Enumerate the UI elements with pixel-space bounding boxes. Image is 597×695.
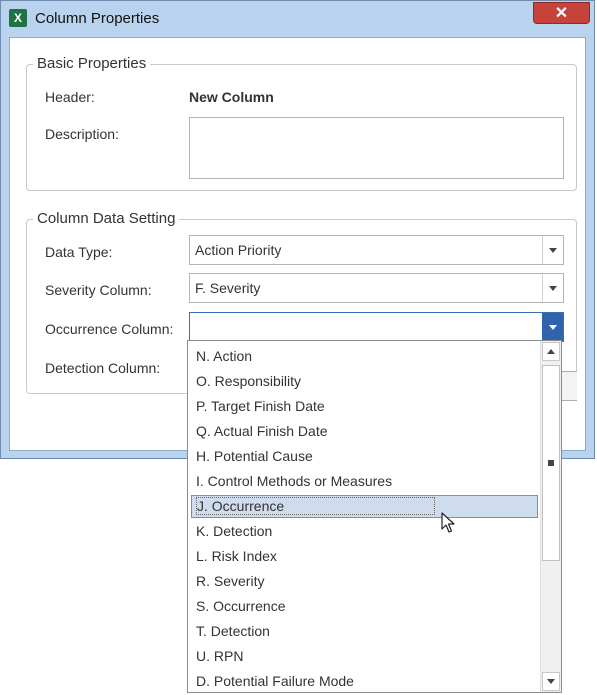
header-value: New Column xyxy=(189,89,274,105)
ok-button[interactable] xyxy=(561,371,577,401)
dropdown-option[interactable]: O. Responsibility xyxy=(191,370,538,393)
dropdown-option[interactable]: J. Occurrence xyxy=(191,495,538,518)
basic-properties-group: Basic Properties Header: New Column Desc… xyxy=(26,55,577,191)
data-type-label: Data Type: xyxy=(45,244,113,260)
dropdown-option[interactable]: T. Detection xyxy=(191,620,538,643)
dropdown-option-label: U. RPN xyxy=(196,648,244,664)
dropdown-option[interactable]: D. Potential Failure Mode xyxy=(191,670,538,693)
title-bar[interactable]: X Column Properties ✕ xyxy=(1,1,594,37)
occurrence-column-label: Occurrence Column: xyxy=(45,321,174,337)
dropdown-option-label: D. Potential Failure Mode xyxy=(196,673,354,689)
dropdown-scrollbar[interactable] xyxy=(540,341,561,692)
data-type-select[interactable]: Action Priority xyxy=(189,235,564,265)
severity-column-select[interactable]: F. Severity xyxy=(189,273,564,303)
dropdown-option-label: H. Potential Cause xyxy=(196,448,313,464)
description-label: Description: xyxy=(45,126,119,142)
occurrence-dropdown-list[interactable]: N. Action O. Responsibility P. Target Fini… xyxy=(187,340,562,693)
data-type-value: Action Priority xyxy=(195,242,282,258)
dropdown-option[interactable]: R. Severity xyxy=(191,570,538,593)
scroll-down-arrow-icon[interactable] xyxy=(542,672,560,691)
severity-column-label: Severity Column: xyxy=(45,282,152,298)
dropdown-option-label: P. Target Finish Date xyxy=(196,398,325,414)
chevron-down-icon[interactable] xyxy=(542,236,563,264)
basic-properties-legend: Basic Properties xyxy=(33,55,151,72)
dropdown-option-label: I. Control Methods or Measures xyxy=(196,473,393,489)
chevron-down-icon[interactable] xyxy=(542,313,563,341)
dropdown-option[interactable]: I. Control Methods or Measures xyxy=(191,470,538,493)
column-data-setting-legend: Column Data Setting xyxy=(33,210,180,227)
dropdown-option[interactable]: P. Target Finish Date xyxy=(191,395,538,418)
dropdown-option-label: N. Action xyxy=(196,348,253,364)
detection-column-label: Detection Column: xyxy=(45,360,161,376)
dropdown-option-label: K. Detection xyxy=(196,523,273,539)
dropdown-option-label: O. Responsibility xyxy=(196,373,302,389)
window-title: Column Properties xyxy=(35,10,160,27)
mouse-pointer-icon xyxy=(441,512,455,533)
dropdown-option[interactable]: Q. Actual Finish Date xyxy=(191,420,538,443)
header-label: Header: xyxy=(45,89,95,105)
dropdown-option-label: J. Occurrence xyxy=(196,497,436,515)
dropdown-option[interactable]: N. Action xyxy=(191,345,538,368)
close-button[interactable]: ✕ xyxy=(533,2,590,24)
dropdown-option-label: Q. Actual Finish Date xyxy=(196,423,328,439)
scroll-up-arrow-icon[interactable] xyxy=(542,342,560,361)
dropdown-option[interactable]: K. Detection xyxy=(191,520,538,543)
occurrence-column-select[interactable] xyxy=(189,312,564,342)
dropdown-option-label: L. Risk Index xyxy=(196,548,277,564)
dropdown-option[interactable]: H. Potential Cause xyxy=(191,445,538,468)
chevron-down-icon[interactable] xyxy=(542,274,563,302)
grip-icon xyxy=(548,460,554,466)
dropdown-option-label: S. Occurrence xyxy=(196,598,286,614)
description-field[interactable] xyxy=(189,117,564,179)
dropdown-option[interactable]: S. Occurrence xyxy=(191,595,538,618)
dropdown-option[interactable]: L. Risk Index xyxy=(191,545,538,568)
severity-column-value: F. Severity xyxy=(195,280,261,296)
excel-icon: X xyxy=(9,9,27,27)
dropdown-option-label: T. Detection xyxy=(196,623,270,639)
dropdown-option[interactable]: U. RPN xyxy=(191,645,538,668)
scrollbar-thumb[interactable] xyxy=(542,365,560,561)
dropdown-option-label: R. Severity xyxy=(196,573,265,589)
